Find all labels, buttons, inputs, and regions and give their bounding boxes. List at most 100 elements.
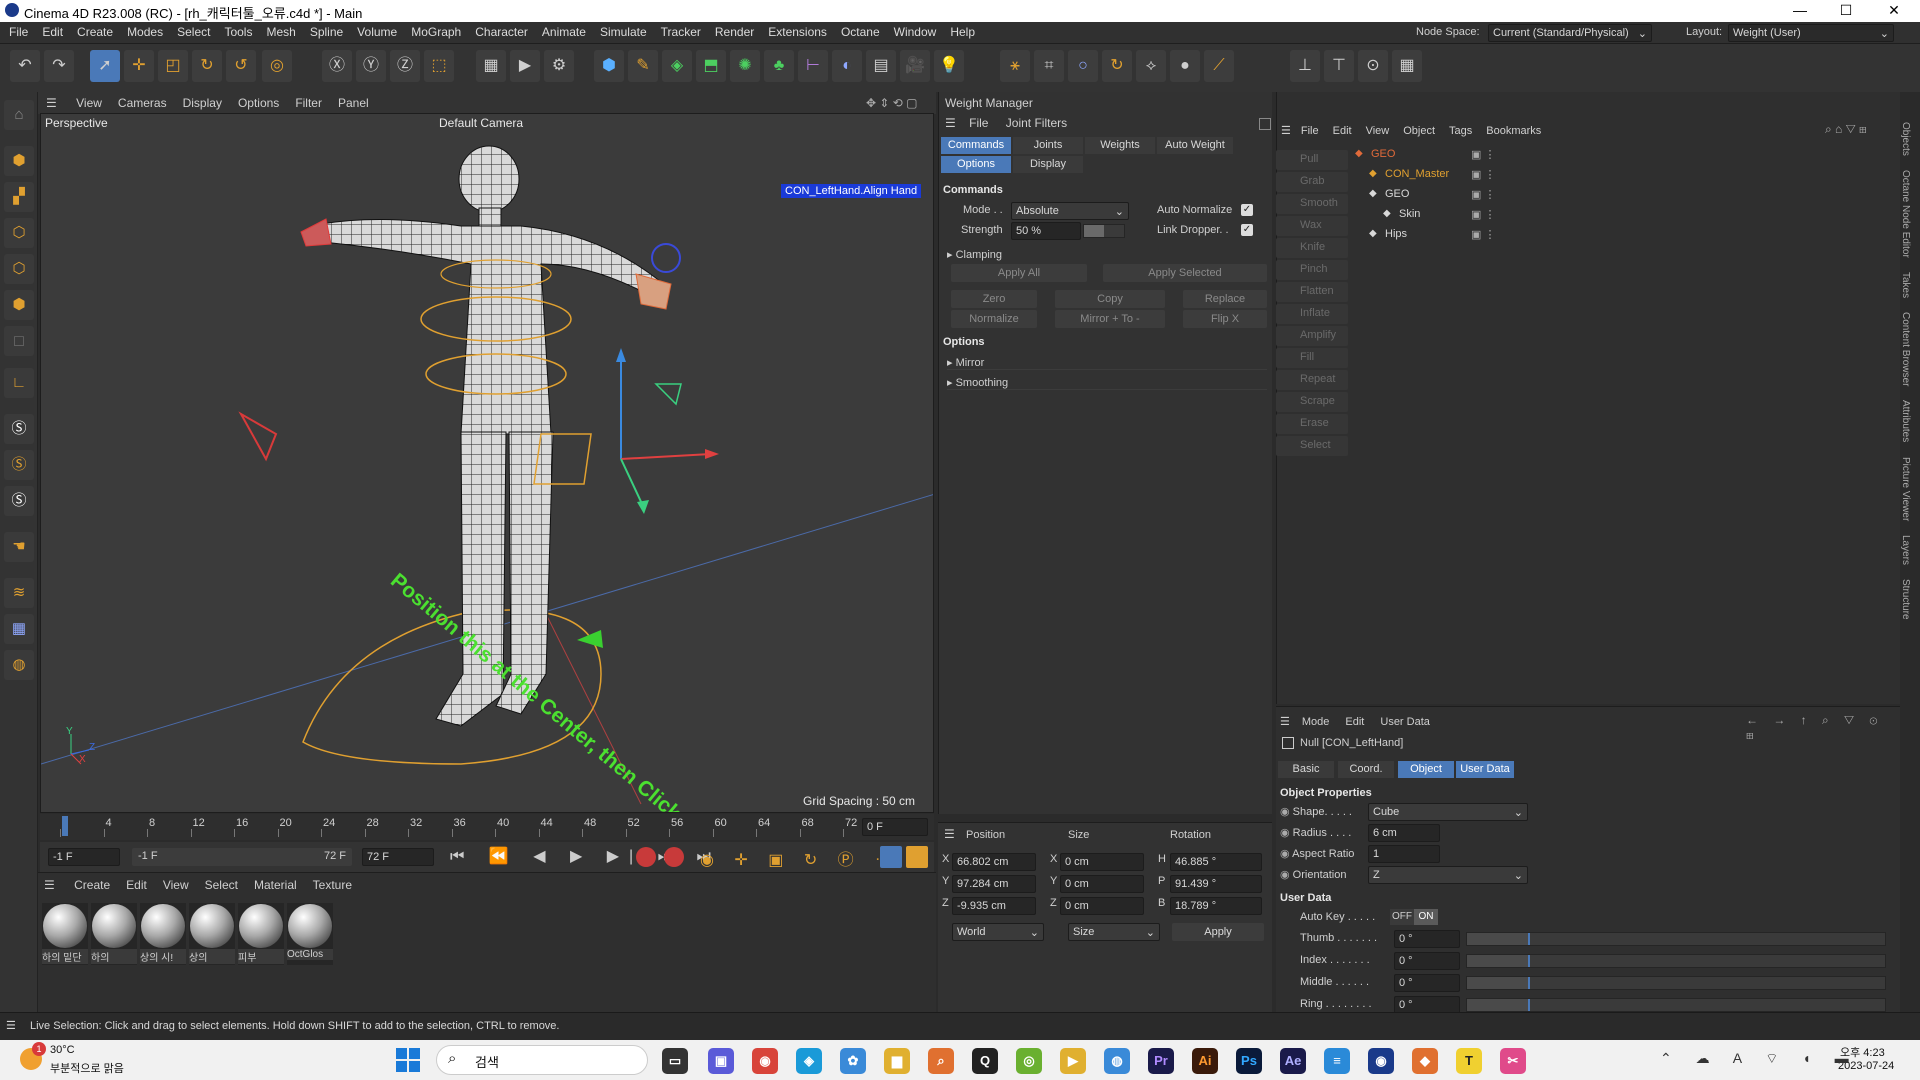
viewport-menu-display[interactable]: Display xyxy=(175,92,230,110)
coords-rot[interactable]: 18.789 ° xyxy=(1170,897,1262,915)
maximize-button[interactable]: ☐ xyxy=(1826,2,1866,19)
menu-render[interactable]: Render xyxy=(708,22,761,44)
side-tab[interactable]: Structure xyxy=(1900,579,1911,620)
tab-options[interactable]: Options xyxy=(941,156,1011,173)
flip-select[interactable]: Flip X xyxy=(1183,310,1267,328)
menu-animate[interactable]: Animate xyxy=(535,22,593,44)
after-effects-icon[interactable]: Ae xyxy=(1280,1048,1306,1074)
menu-window[interactable]: Window xyxy=(887,22,944,44)
menu-modes[interactable]: Modes xyxy=(120,22,170,44)
menu-octane[interactable]: Octane xyxy=(834,22,887,44)
tab-weights[interactable]: Weights xyxy=(1085,137,1155,154)
menu-simulate[interactable]: Simulate xyxy=(593,22,654,44)
viewport-nav-icons[interactable]: ✥ ⇕ ⟲ ▢ xyxy=(858,92,926,110)
object-visibility-icon[interactable]: ▣ ⋮ xyxy=(1471,208,1495,221)
link-dropper-checkbox[interactable]: ✓ xyxy=(1241,224,1253,236)
attr-menu-user-data[interactable]: User Data xyxy=(1380,716,1430,728)
sculpt-knife[interactable]: Knife xyxy=(1276,238,1348,258)
mograph-icon[interactable]: ♣ xyxy=(764,50,794,82)
polygons-mode-icon[interactable]: ⬢ xyxy=(4,290,34,320)
snap-s3-icon[interactable]: Ⓢ xyxy=(4,486,34,516)
live-selection-icon[interactable]: ➚ xyxy=(90,50,120,82)
locked-workplane-icon[interactable]: ◍ xyxy=(4,650,34,680)
app-icon-4[interactable]: Q xyxy=(972,1048,998,1074)
om-menu-tags[interactable]: Tags xyxy=(1449,125,1472,137)
menu-spline[interactable]: Spline xyxy=(303,22,350,44)
key-channel-icons[interactable]: ◉ ✛ ▣ ↻ Ⓟ ⁘ xyxy=(700,846,896,870)
object-row[interactable]: ◆ Skin ▣ ⋮ xyxy=(1355,208,1895,228)
kakaotalk-icon[interactable]: T xyxy=(1456,1048,1482,1074)
subdivision-icon[interactable]: ◈ xyxy=(662,50,692,82)
coords-space-select[interactable]: World ⌄ xyxy=(952,923,1044,941)
edge-icon[interactable]: ◍ xyxy=(1104,1048,1130,1074)
uv-mode-icon[interactable]: ◻ xyxy=(4,326,34,356)
material-menu-view[interactable]: View xyxy=(163,878,189,892)
om-menu-bookmarks[interactable]: Bookmarks xyxy=(1486,125,1541,137)
grid-icon[interactable]: ▦ xyxy=(1392,50,1422,82)
cube-icon[interactable]: ⬢ xyxy=(594,50,624,82)
rotate-icon[interactable]: ↻ xyxy=(192,50,222,82)
viewport-camera[interactable]: Default Camera xyxy=(439,116,523,130)
psr-lock-icon[interactable]: ↻ xyxy=(1102,50,1132,82)
field-icon[interactable]: ◐ xyxy=(832,50,862,82)
finger-slider[interactable] xyxy=(1466,954,1886,968)
axis-icon[interactable]: ⊙ xyxy=(1358,50,1388,82)
tweak-icon[interactable]: ☚ xyxy=(4,532,34,562)
coords-size[interactable]: 0 cm xyxy=(1060,875,1144,893)
om-menu-edit[interactable]: Edit xyxy=(1333,125,1352,137)
menu-tools[interactable]: Tools xyxy=(217,22,259,44)
menu-mesh[interactable]: Mesh xyxy=(259,22,302,44)
chrome-icon[interactable]: ◉ xyxy=(752,1048,778,1074)
menu-tracker[interactable]: Tracker xyxy=(654,22,708,44)
object-visibility-icon[interactable]: ▣ ⋮ xyxy=(1471,228,1495,241)
om-menu-file[interactable]: File xyxy=(1301,125,1319,137)
pen-icon[interactable]: ✎ xyxy=(628,50,658,82)
light-icon[interactable]: 💡 xyxy=(934,50,964,82)
aspect-field[interactable]: 1 xyxy=(1368,845,1440,863)
finger-field[interactable]: 0 ° xyxy=(1394,974,1460,992)
attr-tab-object[interactable]: Object xyxy=(1398,761,1454,778)
weight-manager-menu-icon[interactable]: ☰ xyxy=(945,116,956,130)
sculpt-repeat[interactable]: Repeat xyxy=(1276,370,1348,390)
start-button[interactable] xyxy=(396,1048,420,1072)
file-explorer-icon[interactable]: ▆ xyxy=(884,1048,910,1074)
coords-size[interactable]: 0 cm xyxy=(1060,897,1144,915)
wm-add-icon[interactable] xyxy=(1259,118,1271,130)
attr-nav-icons[interactable]: ← → ↑ ⌕ ▽ ⊙ ⊞ xyxy=(1746,713,1900,743)
finger-field[interactable]: 0 ° xyxy=(1394,930,1460,948)
object-row[interactable]: ◆ GEO ▣ ⋮ xyxy=(1355,148,1895,168)
notepad-icon[interactable]: ≡ xyxy=(1324,1048,1350,1074)
sculpt-wax[interactable]: Wax xyxy=(1276,216,1348,236)
timeline-option-icon[interactable] xyxy=(880,846,902,868)
recent-tool-icon[interactable]: ◎ xyxy=(262,50,292,82)
material-menu-select[interactable]: Select xyxy=(205,878,238,892)
render-picture-viewer-icon[interactable]: ▶ xyxy=(510,50,540,82)
undo-icon[interactable]: ↶ xyxy=(10,50,40,82)
apply-selected-button[interactable]: Apply Selected xyxy=(1103,264,1267,282)
menu-volume[interactable]: Volume xyxy=(350,22,404,44)
attr-menu-edit[interactable]: Edit xyxy=(1345,716,1364,728)
material-item[interactable]: OctGlos xyxy=(287,903,333,965)
illustrator-icon[interactable]: Ai xyxy=(1192,1048,1218,1074)
x-axis-lock-icon[interactable]: Ⓧ xyxy=(322,50,352,82)
coords-pos[interactable]: 66.802 cm xyxy=(952,853,1036,871)
menu-extensions[interactable]: Extensions xyxy=(761,22,834,44)
auto-key-icon[interactable] xyxy=(664,847,684,867)
z-axis-lock-icon[interactable]: Ⓩ xyxy=(390,50,420,82)
move-icon[interactable]: ✛ xyxy=(124,50,154,82)
tab-commands[interactable]: Commands xyxy=(941,137,1011,154)
orientation-select[interactable]: Z ⌄ xyxy=(1368,866,1528,884)
material-menu-create[interactable]: Create xyxy=(74,878,110,892)
sculpt-select[interactable]: Select xyxy=(1276,436,1348,456)
points-mode-icon[interactable]: ⬡ xyxy=(4,218,34,248)
object-mode-icon[interactable]: ⬢ xyxy=(4,146,34,176)
frame-range-slider[interactable]: -1 F 72 F xyxy=(132,848,352,866)
om-menu-icon[interactable]: ☰ xyxy=(1281,125,1291,137)
taskbar-search[interactable]: 검색 xyxy=(436,1045,648,1075)
material-item[interactable]: 하의 xyxy=(91,903,137,965)
material-item[interactable]: 하의 밑단 xyxy=(42,903,88,965)
bone-icon[interactable]: ⟋ xyxy=(1204,50,1234,82)
menu-character[interactable]: Character xyxy=(468,22,535,44)
side-tab[interactable]: Takes xyxy=(1900,272,1911,298)
side-tab[interactable]: Content Browser xyxy=(1900,312,1911,386)
